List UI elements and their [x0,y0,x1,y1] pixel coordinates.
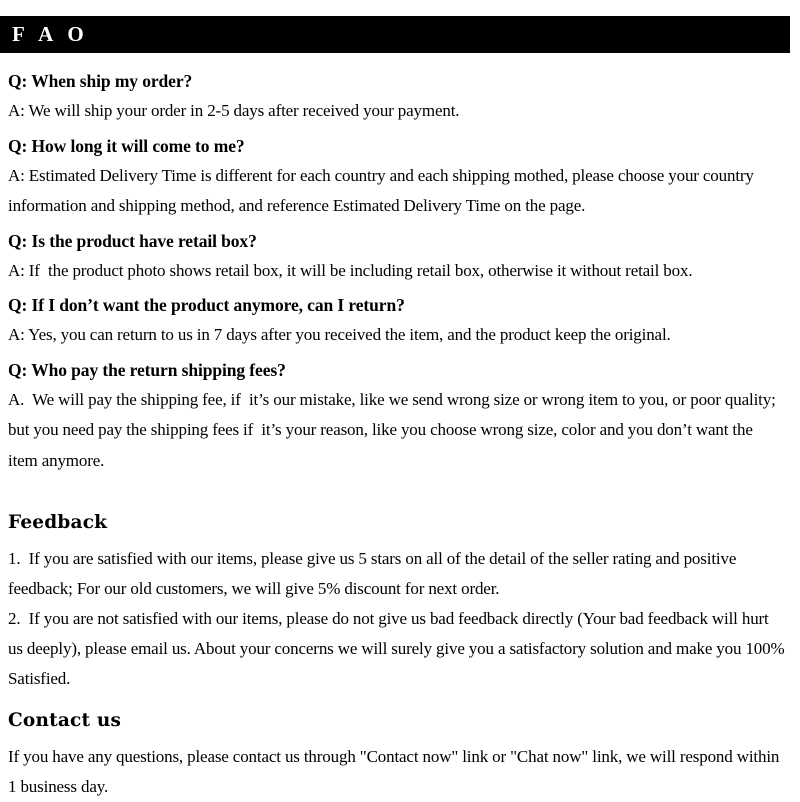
faq-item-4: Q: If I don’t want the product anymore, … [8,290,786,351]
faq-question: Q: Is the product have retail box? [8,230,257,251]
feedback-section: Feedback 1. If you are satisfied with ou… [8,510,786,694]
faq-question: Q: How long it will come to me? [8,135,245,156]
faq-item-1: Q: When ship my order? A: We will ship y… [8,66,786,127]
page-title: F A O [12,21,89,46]
faq-answer: A. We will pay the shipping fee, if it’s… [8,389,780,470]
contact-paragraph: If you have any questions, please contac… [8,747,784,796]
faq-item-2: Q: How long it will come to me? A: Estim… [8,131,786,222]
faq-answer: A: If the product photo shows retail box… [8,260,693,280]
feedback-paragraph: 1. If you are satisfied with our items, … [8,549,741,598]
feedback-heading: Feedback [8,512,108,533]
faq-content: Q: When ship my order? A: We will ship y… [8,66,786,802]
faq-answer: A: Yes, you can return to us in 7 days a… [8,325,671,344]
faq-answer: A: Estimated Delivery Time is different … [8,165,758,216]
faq-item-3: Q: Is the product have retail box? A: If… [8,226,786,287]
faq-question: Q: Who pay the return shipping fees? [8,359,286,380]
contact-heading: Contact us [8,710,122,731]
feedback-paragraph: 2. If you are not satisfied with our ite… [8,609,789,688]
faq-item-5: Q: Who pay the return shipping fees? A. … [8,355,786,477]
faq-banner: F A O [0,16,790,53]
faq-question: Q: If I don’t want the product anymore, … [8,295,405,315]
faq-page: F A O Q: When ship my order? A: We will … [0,0,800,796]
faq-answer: A: We will ship your order in 2-5 days a… [8,101,460,120]
faq-question: Q: When ship my order? [8,71,193,91]
contact-section: Contact us If you have any questions, pl… [8,708,786,802]
